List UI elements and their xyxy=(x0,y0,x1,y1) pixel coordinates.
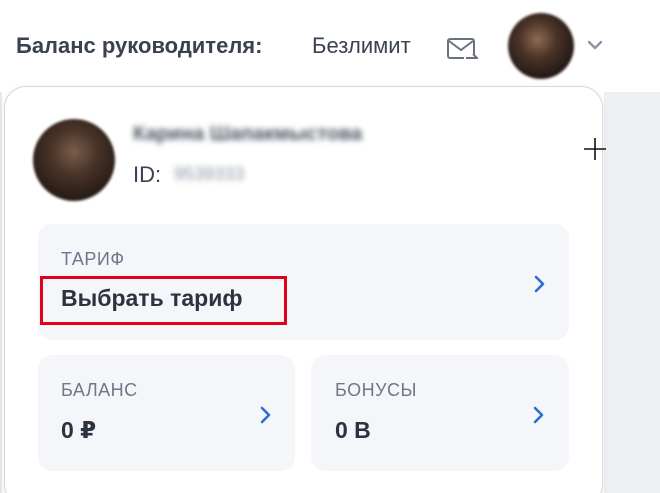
balance-value: 0 ₽ xyxy=(61,417,97,443)
page-backdrop xyxy=(604,92,660,493)
manager-balance-label: Баланс руководителя: xyxy=(16,33,263,58)
profile-name: Карина Шапакмыстова xyxy=(133,123,363,145)
balance-card[interactable]: БАЛАНС 0 ₽ xyxy=(38,355,295,471)
bonus-caption: БОНУСЫ xyxy=(335,380,417,400)
highlight-annotation xyxy=(40,276,287,325)
chevron-right-icon xyxy=(534,275,545,293)
profile-avatar xyxy=(33,119,115,201)
chevron-right-icon xyxy=(260,406,271,424)
manager-balance-value: Безлимит xyxy=(312,33,411,58)
page-edge xyxy=(0,92,2,493)
chevron-down-icon[interactable] xyxy=(586,38,604,52)
chevron-right-icon xyxy=(533,406,544,424)
bonus-card[interactable]: БОНУСЫ 0 В xyxy=(311,355,569,471)
mail-envelope-icon[interactable] xyxy=(446,36,478,62)
bonus-value: 0 В xyxy=(335,417,371,443)
balance-caption: БАЛАНС xyxy=(61,380,138,400)
crosshair-cursor-icon xyxy=(584,138,606,160)
tariff-caption: ТАРИФ xyxy=(61,249,125,269)
profile-id-label: ID: xyxy=(133,162,162,187)
avatar[interactable] xyxy=(508,13,574,79)
profile-id-value: 9539333 xyxy=(174,164,245,184)
top-bar: Баланс руководителя: Безлимит xyxy=(0,0,660,92)
